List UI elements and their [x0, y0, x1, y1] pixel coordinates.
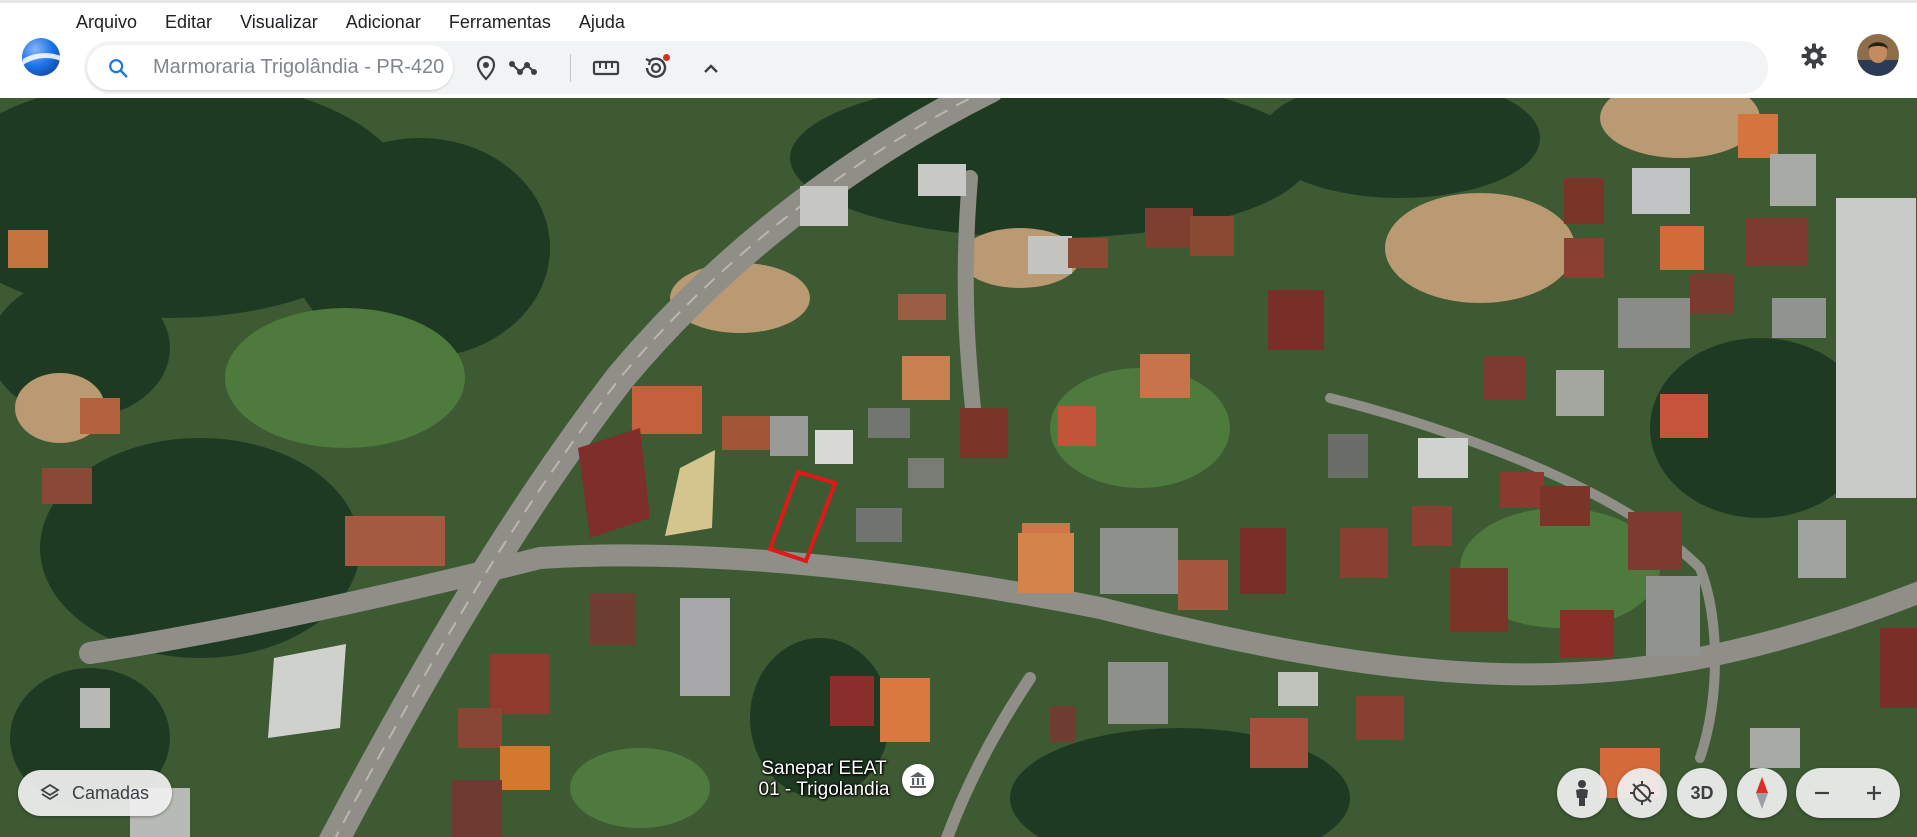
toolbar-divider — [570, 54, 571, 82]
zoom-in-button[interactable] — [1848, 768, 1900, 818]
gear-icon — [1801, 43, 1827, 69]
notification-dot — [663, 54, 670, 61]
place-label-line1: Sanepar EEAT — [761, 758, 887, 779]
zoom-controls — [1796, 768, 1900, 818]
menu-visualizar[interactable]: Visualizar — [236, 12, 322, 33]
collapse-toolbar-button[interactable] — [694, 51, 728, 85]
compass-icon — [1756, 777, 1768, 809]
search-input[interactable] — [153, 45, 445, 90]
search-icon[interactable] — [107, 57, 129, 79]
add-path-button[interactable] — [506, 51, 540, 85]
google-earth-logo-icon[interactable] — [19, 35, 65, 77]
place-label[interactable]: Sanepar EEAT 01 - Trigolandia — [744, 758, 904, 800]
landmark-icon[interactable] — [902, 764, 934, 796]
settings-button[interactable] — [1794, 36, 1834, 76]
street-view-button[interactable] — [1557, 768, 1607, 818]
zoom-in-icon — [1867, 786, 1881, 800]
place-label-line2: 01 - Trigolandia — [758, 779, 890, 800]
menu-ajuda[interactable]: Ajuda — [575, 12, 629, 33]
add-placemark-button[interactable] — [469, 51, 503, 85]
path-icon — [509, 61, 537, 75]
menu-adicionar[interactable]: Adicionar — [342, 12, 425, 33]
satellite-imagery — [0, 98, 1917, 837]
menu-arquivo[interactable]: Arquivo — [72, 12, 141, 33]
layers-label: Camadas — [72, 782, 150, 803]
historical-imagery-button[interactable] — [639, 51, 673, 85]
placemark-icon — [476, 55, 496, 81]
ruler-icon — [592, 60, 620, 76]
menu-bar: Arquivo Editar Visualizar Adicionar Ferr… — [72, 9, 649, 35]
zoom-out-icon — [1815, 791, 1829, 795]
compass-button[interactable] — [1737, 768, 1787, 818]
my-location-button[interactable] — [1617, 768, 1667, 818]
map-view[interactable]: Sanepar EEAT 01 - Trigolandia Camadas 3D — [0, 98, 1917, 837]
avatar[interactable] — [1857, 34, 1899, 76]
chevron-up-icon — [704, 64, 718, 73]
3d-label: 3D — [1690, 782, 1714, 803]
layers-button[interactable]: Camadas — [18, 770, 172, 816]
menu-editar[interactable]: Editar — [161, 12, 216, 33]
toggle-3d-button[interactable]: 3D — [1677, 768, 1727, 818]
search-box[interactable] — [87, 45, 453, 90]
toolbar — [84, 41, 1768, 94]
zoom-out-button[interactable] — [1796, 768, 1848, 818]
menu-ferramentas[interactable]: Ferramentas — [445, 12, 555, 33]
layers-icon — [40, 783, 60, 801]
location-off-icon — [1630, 781, 1654, 805]
pegman-icon — [1576, 780, 1588, 806]
measure-button[interactable] — [589, 51, 623, 85]
top-bar: Arquivo Editar Visualizar Adicionar Ferr… — [0, 0, 1917, 98]
